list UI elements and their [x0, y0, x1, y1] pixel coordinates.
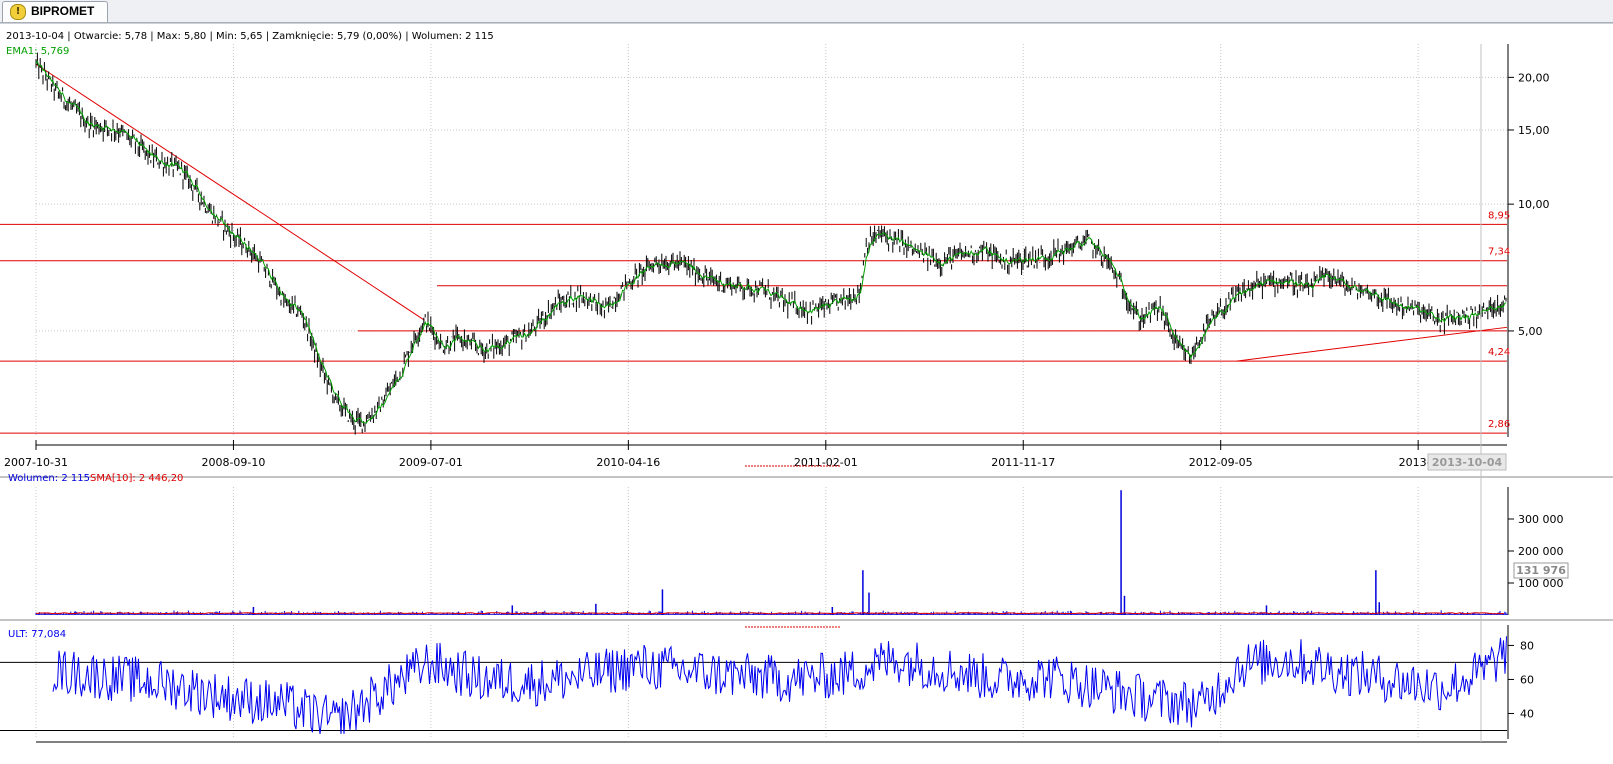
- volume-y-tick-label: 100 000: [1518, 577, 1564, 590]
- cursor-date: 2013-10-04: [1432, 456, 1503, 469]
- price-panel: 20,00 15,00 10,00 5,00 8,95 7,34 4,24 2,86: [0, 52, 1550, 435]
- level-label: 7,34: [1488, 247, 1510, 258]
- alert-icon: !: [10, 4, 26, 20]
- ult-y-tick-label: 80: [1520, 639, 1534, 652]
- price-y-tick-label: 15,00: [1518, 124, 1550, 137]
- volume-y-tick-label: 200 000: [1518, 545, 1564, 558]
- price-y-tick-label: 20,00: [1518, 71, 1550, 84]
- x-tick-label: 2011-11-17: [991, 456, 1055, 469]
- trendline: [35, 63, 425, 321]
- ema-line: [35, 60, 1507, 424]
- chart-area[interactable]: 20,00 15,00 10,00 5,00 8,95 7,34 4,24 2,86 2013-…: [0, 22, 1613, 764]
- x-tick-label: 2009-07-01: [399, 456, 463, 469]
- sma-legend: SMA[10]: 2 446,20: [90, 473, 183, 484]
- cursor-volume: 131 976: [1516, 564, 1566, 577]
- price-y-tick-label: 5,00: [1518, 325, 1543, 338]
- grid: [35, 44, 1419, 739]
- level-label: 2,86: [1488, 419, 1510, 430]
- ohlc-info: 2013-10-04 | Otwarcie: 5,78 | Max: 5,80 …: [6, 31, 494, 42]
- ult-panel: ULT: 77,084 80 60 40: [0, 629, 1534, 734]
- sma-line: [35, 612, 1505, 615]
- x-tick-label: 2007-10-31: [4, 456, 68, 469]
- level-label: 8,95: [1488, 210, 1510, 221]
- tab-biprom[interactable]: ! BIPROMET: [2, 1, 108, 22]
- x-tick-label: 2012-09-05: [1189, 456, 1253, 469]
- volume-legend: Wolumen: 2 115: [8, 473, 90, 484]
- tab-label: BIPROMET: [31, 4, 95, 18]
- x-tick-label: 2010-04-16: [596, 456, 660, 469]
- trendline: [1236, 326, 1508, 362]
- tab-bar: ! BIPROMET: [0, 0, 1613, 23]
- volume-panel: Wolumen: 2 115 SMA[10]: 2 446,20 300 000 20…: [8, 473, 1569, 628]
- volume-y-tick-label: 300 000: [1518, 513, 1564, 526]
- ult-y-tick-label: 60: [1520, 673, 1534, 686]
- level-label: 4,24: [1488, 347, 1510, 358]
- ult-line: [52, 636, 1507, 734]
- x-tick-label: 2008-09-10: [201, 456, 265, 469]
- price-y-tick-label: 10,00: [1518, 198, 1550, 211]
- ult-y-tick-label: 40: [1520, 707, 1534, 720]
- x-tick-label: 2011-02-01: [794, 456, 858, 469]
- volume-bars: [35, 490, 1508, 615]
- ult-legend: ULT: 77,084: [8, 629, 66, 640]
- ema-legend: EMA1: 5,769: [6, 46, 69, 57]
- price-bars: [35, 52, 1507, 435]
